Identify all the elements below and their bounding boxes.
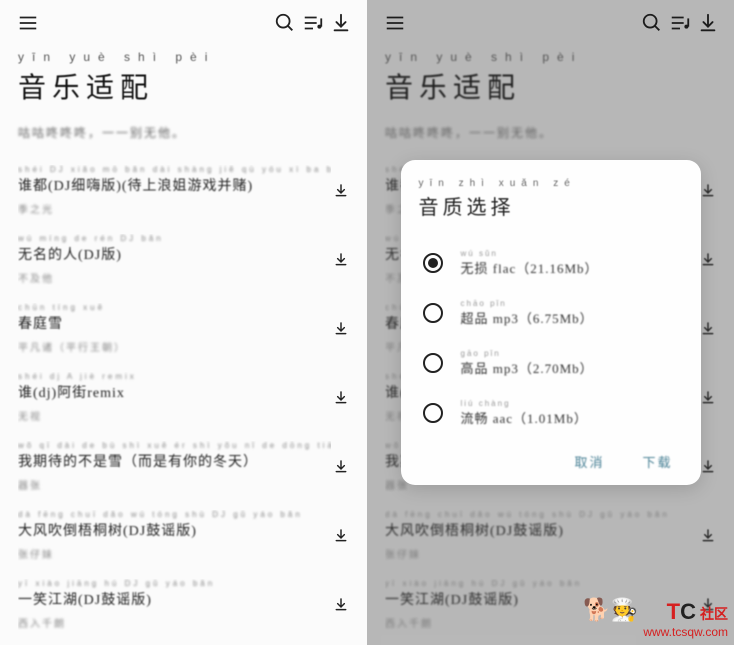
app-title: 音乐适配 [18,66,349,106]
song-title: 大风吹倒梧桐树(DJ鼓谣版) [18,520,331,540]
song-title: 谁(dj)阿街remix [18,382,331,402]
song-title: 谁都(DJ细嗨版)(待上浪姐游戏并赌) [18,175,331,195]
song-artist: 平凡诸（平行王朝） [18,339,331,354]
radio-icon [423,253,443,273]
option-label: 无损 flac（21.16Mb） [461,258,679,277]
song-title: 一笑江湖(DJ鼓谣版) [18,589,331,609]
radio-icon [423,303,443,323]
download-song-icon[interactable] [331,250,351,270]
quality-option[interactable]: gāo pǐn高品 mp3（2.70Mb） [419,338,683,388]
download-song-icon[interactable] [331,319,351,339]
song-title: 春庭雪 [18,313,331,333]
option-pinyin: liú chàng [461,399,679,408]
download-song-icon[interactable] [331,457,351,477]
dialog-actions: 取消 下载 [419,438,683,475]
song-title: 我期待的不是雪（而是有你的冬天） [18,451,331,471]
option-pinyin: gāo pǐn [461,349,679,358]
song-pinyin: wǒ qī dài de bù shì xuě ér shì yǒu nǐ de… [18,441,331,450]
playlist-icon[interactable] [299,9,327,37]
song-title: 无名的人(DJ版) [18,244,331,264]
radio-icon [423,403,443,423]
quality-option[interactable]: chāo pǐn超品 mp3（6.75Mb） [419,288,683,338]
cancel-button[interactable]: 取消 [574,452,604,471]
song-pinyin: chūn tíng xuě [18,303,331,312]
option-pinyin: chāo pǐn [461,299,679,308]
song-list: shéi DJ xiǎo mō bǎn dài shàng jiě qù yóu… [0,155,367,638]
app-header: yīn yuè shì pèi 音乐适配 咕咕咚咚咚，一一别无他。 [0,46,367,155]
song-item[interactable]: chūn tíng xuě春庭雪平凡诸（平行王朝） [14,293,353,362]
title-pinyin: yīn yuè shì pèi [18,50,349,64]
search-icon[interactable] [271,9,299,37]
song-item[interactable]: wǒ qī dài de bù shì xuě ér shì yǒu nǐ de… [14,431,353,500]
screen-left: yīn yuè shì pèi 音乐适配 咕咕咚咚咚，一一别无他。 shéi D… [0,0,367,645]
song-item[interactable]: yī xiào jiāng hú DJ gǔ yáo bǎn一笑江湖(DJ鼓谣版… [14,569,353,638]
song-artist: 不及他 [18,270,331,285]
song-pinyin: wú míng de rén DJ bǎn [18,234,331,243]
hamburger-icon[interactable] [14,9,42,37]
song-item[interactable]: shéi DJ xiǎo mō bǎn dài shàng jiě qù yóu… [14,155,353,224]
song-item[interactable]: wú míng de rén DJ bǎn无名的人(DJ版) 不及他 [14,224,353,293]
topbar [0,0,367,46]
song-artist: 张仔妹 [18,546,331,561]
song-pinyin: shéi dj A jiè remix [18,372,331,381]
option-label: 流畅 aac（1.01Mb） [461,408,679,427]
song-artist: 无视 [18,408,331,423]
song-pinyin: shéi DJ xiǎo mō bǎn dài shàng jiě qù yóu… [18,165,331,174]
dialog-title-pinyin: yīn zhì xuǎn zé [419,178,683,189]
download-song-icon[interactable] [331,595,351,615]
download-song-icon[interactable] [331,526,351,546]
option-pinyin: wú sǔn [461,249,679,258]
confirm-button[interactable]: 下载 [642,452,672,471]
quality-option[interactable]: wú sǔn无损 flac（21.16Mb） [419,238,683,288]
option-label: 高品 mp3（2.70Mb） [461,358,679,377]
app-subtitle: 咕咕咚咚咚，一一别无他。 [18,124,349,141]
song-item[interactable]: shéi dj A jiè remix谁(dj)阿街remix 无视 [14,362,353,431]
song-artist: 季之光 [18,201,331,216]
download-song-icon[interactable] [331,388,351,408]
quality-option[interactable]: liú chàng流畅 aac（1.01Mb） [419,388,683,438]
dialog-title: 音质选择 [419,191,683,220]
download-icon[interactable] [327,9,355,37]
quality-dialog: yīn zhì xuǎn zé 音质选择 wú sǔn无损 flac（21.16… [401,160,701,485]
watermark-figure: 🐕🧑‍🍳 [583,597,638,623]
dialog-overlay[interactable]: yīn zhì xuǎn zé 音质选择 wú sǔn无损 flac（21.16… [367,0,734,645]
song-artist: 西入千朗 [18,615,331,630]
download-song-icon[interactable] [331,181,351,201]
screen-right: yīn yuè shì pèi 音乐适配 咕咕咚咚咚，一一别无他。 shéi D… [367,0,734,645]
song-pinyin: dà fēng chuī dǎo wú tóng shù DJ gǔ yáo b… [18,510,331,519]
radio-icon [423,353,443,373]
song-pinyin: yī xiào jiāng hú DJ gǔ yáo bǎn [18,579,331,588]
song-artist: 器张 [18,477,331,492]
option-label: 超品 mp3（6.75Mb） [461,308,679,327]
song-item[interactable]: dà fēng chuī dǎo wú tóng shù DJ gǔ yáo b… [14,500,353,569]
